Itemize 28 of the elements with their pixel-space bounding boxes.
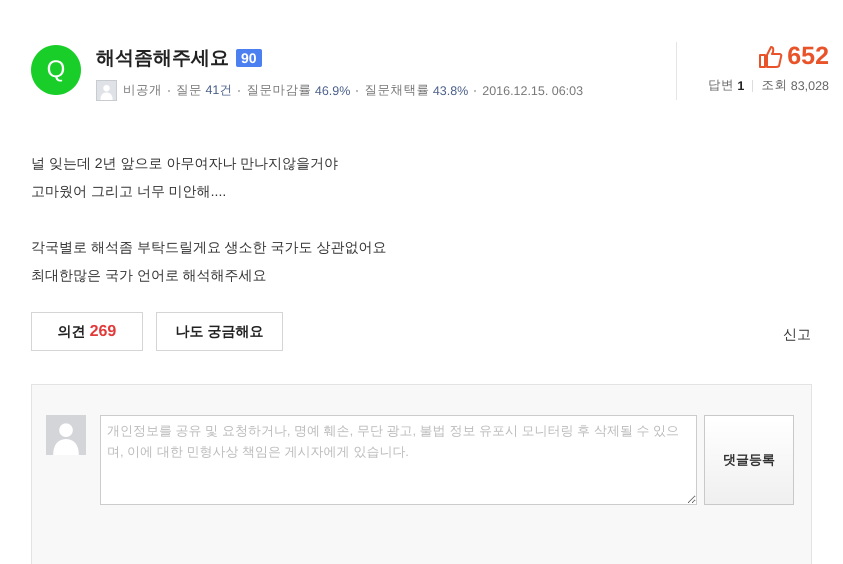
answers-count: 1 <box>737 78 744 92</box>
report-link[interactable]: 신고 <box>783 326 811 344</box>
stat-label: 질문채택률 <box>364 82 430 99</box>
question-text: 최대한많은 국가 언어로 해석해주세요 <box>31 266 268 285</box>
submit-comment-button[interactable]: 댓글등록 <box>704 415 794 505</box>
stat-value: 41건 <box>205 82 232 99</box>
points-badge: 90 <box>236 49 262 67</box>
question-mark-icon: Q <box>31 45 81 95</box>
opinion-button[interactable]: 의견 269 <box>31 312 143 351</box>
thumbs-up-icon <box>758 44 784 68</box>
stat-label: 질문 <box>176 82 202 99</box>
question-title: 해석좀해주세요 <box>96 47 229 71</box>
avatar-icon <box>96 80 117 101</box>
question-text: 널 잊는데 2년 앞으로 아무여자나 만나지않을거야 <box>31 154 340 173</box>
question-text: 고마웠어 그리고 너무 미안해.... <box>31 182 228 201</box>
stat-value: 43.8% <box>432 84 468 98</box>
comment-field[interactable]: 개인정보를 공유 및 요청하거나, 명예 훼손, 무단 광고, 불법 정보 유포시 모니터링 후 삭제될 수 있으며, 이에 대한 민형사상 책임은 게시자에게 있습니다. <box>100 415 697 505</box>
avatar-icon <box>46 415 86 455</box>
curious-button[interactable]: 나도 궁금해요 <box>156 312 283 351</box>
question-text: 각국별로 해석좀 부탁드릴게요 생소한 국가도 상관없어요 <box>31 238 388 257</box>
views-count: 83,028 <box>790 78 829 92</box>
stat-value: 46.9% <box>314 84 350 98</box>
question-date: 2016.12.15. 06:03 <box>482 84 584 98</box>
views-label: 조회 <box>761 77 788 94</box>
like-count: 652 <box>787 42 829 71</box>
stat-label: 질문마감률 <box>246 82 312 99</box>
author-name: 비공개 <box>123 82 162 99</box>
answers-label: 답변 <box>708 77 734 94</box>
